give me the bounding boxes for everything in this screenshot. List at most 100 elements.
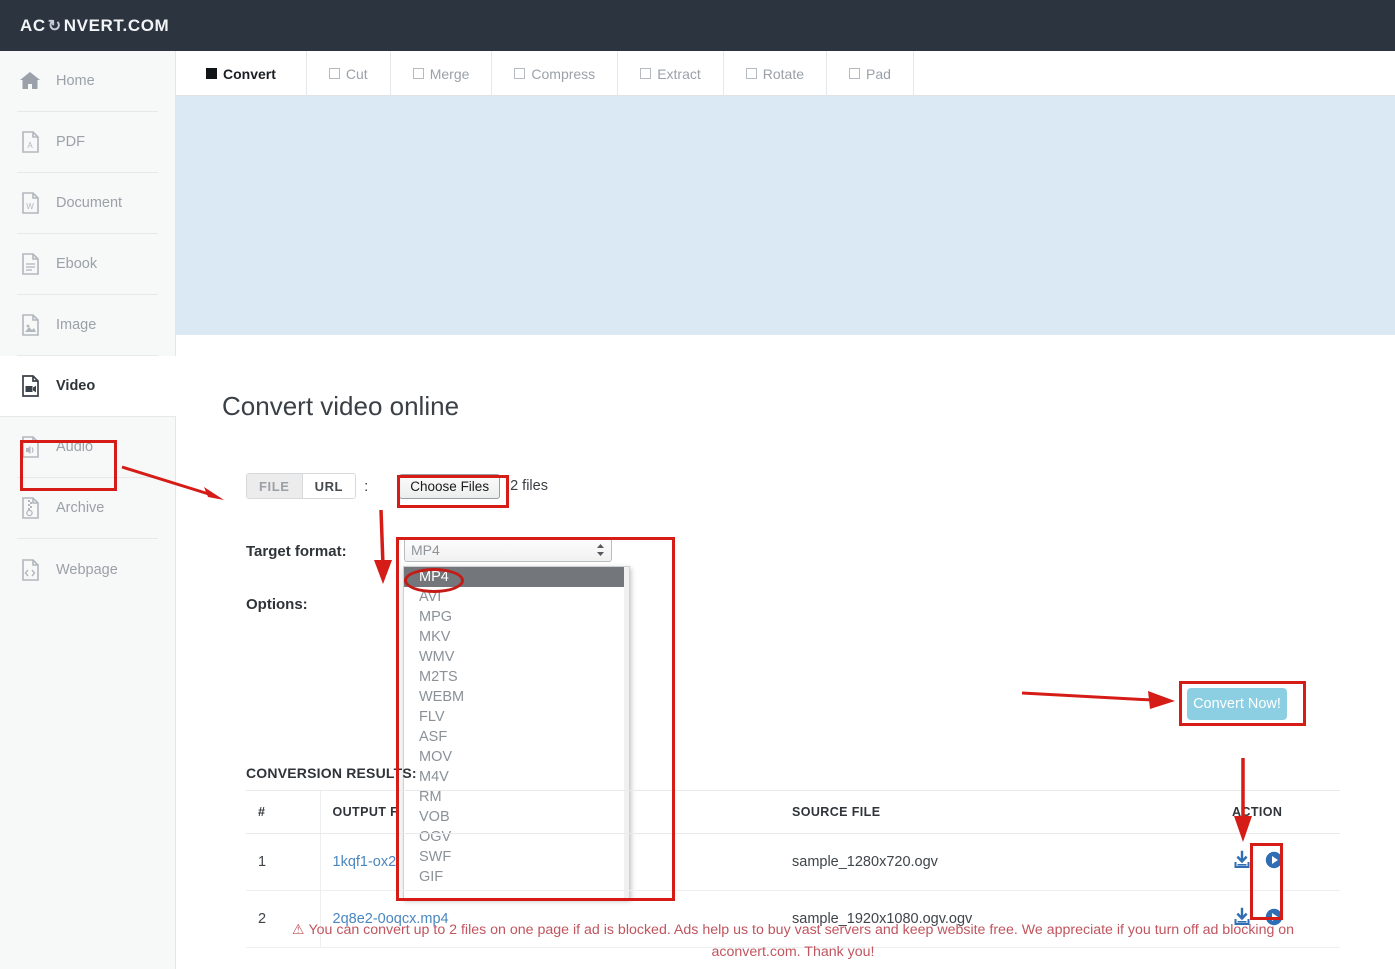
row-actions [1220, 833, 1340, 891]
table-row: 1 1kqf1-ox2 sample_1280x720.ogv [246, 833, 1340, 891]
option-asf[interactable]: ASF [404, 727, 629, 747]
source-tab-url[interactable]: URL [301, 474, 356, 498]
output-file-link[interactable]: 1kqf1-ox2 [333, 854, 397, 870]
checkbox-icon [745, 68, 757, 79]
operation-tabs: Convert Cut Merge Compress Extract Rotat… [176, 51, 1395, 96]
option-mpg[interactable]: MPG [404, 607, 629, 627]
ad-block-warning: ⚠ You can convert up to 2 files on one pa… [246, 918, 1340, 963]
sidebar-item-label: Archive [56, 500, 105, 516]
option-flv[interactable]: FLV [404, 707, 629, 727]
up-down-spinner-icon [596, 543, 605, 557]
tab-cut[interactable]: Cut [307, 51, 391, 96]
archive-file-icon [17, 495, 43, 521]
tab-label: Convert [223, 65, 276, 82]
sidebar-item-label: Home [56, 73, 95, 89]
sidebar-item-label: Webpage [56, 561, 118, 578]
left-sidebar: Home A PDF W Document Ebook Image Video … [0, 51, 176, 969]
column-header-output-file: OUTPUT F [319, 790, 780, 834]
option-wmv[interactable]: WMV [404, 647, 629, 667]
column-header-action: ACTION [1220, 790, 1340, 834]
source-colon: : [364, 477, 369, 495]
video-file-icon [17, 373, 43, 399]
option-m4v[interactable]: M4V [404, 767, 629, 787]
sidebar-item-pdf[interactable]: A PDF [17, 112, 158, 173]
files-count-text: 2 files [510, 478, 548, 494]
sidebar-item-label: Audio [56, 439, 94, 455]
option-mkv[interactable]: MKV [404, 627, 629, 647]
sidebar-item-label: Ebook [56, 256, 98, 272]
option-webm[interactable]: WEBM [404, 687, 629, 707]
choose-files-button[interactable]: Choose Files [399, 473, 501, 499]
table-header-row: # OUTPUT F SOURCE FILE ACTION [246, 790, 1340, 834]
tab-pad[interactable]: Pad [827, 51, 914, 96]
image-file-icon [17, 312, 43, 338]
option-mov[interactable]: MOV [404, 747, 629, 767]
row-number: 1 [246, 833, 320, 891]
sidebar-item-label: PDF [56, 134, 85, 150]
option-m2ts[interactable]: M2TS [404, 667, 629, 687]
options-label: Options: [246, 596, 308, 613]
sidebar-item-ebook[interactable]: Ebook [17, 234, 158, 295]
checkbox-icon [412, 68, 424, 79]
row-source-file: sample_1280x720.ogv [780, 833, 1220, 891]
sidebar-item-image[interactable]: Image [17, 295, 158, 356]
column-header-number: # [246, 790, 320, 834]
sidebar-item-video[interactable]: Video [0, 356, 176, 417]
tab-label: Merge [429, 65, 470, 82]
tab-compress[interactable]: Compress [492, 51, 619, 96]
word-document-icon: W [17, 190, 43, 216]
sidebar-item-label: Video [56, 378, 96, 394]
logo-suffix-text: NVERT.COM [63, 15, 170, 35]
download-icon[interactable] [1232, 850, 1252, 874]
advertisement-banner [176, 96, 1395, 335]
tab-merge[interactable]: Merge [391, 51, 493, 96]
tab-label: Cut [345, 65, 368, 82]
sidebar-item-label: Image [56, 317, 97, 333]
play-icon[interactable] [1264, 850, 1284, 874]
target-format-label: Target format: [246, 543, 347, 560]
checkbox-icon [640, 68, 652, 79]
source-tab-file[interactable]: FILE [247, 474, 302, 498]
tab-label: Pad [866, 65, 891, 82]
sidebar-item-label: Document [56, 195, 123, 211]
warning-triangle-icon: ⚠ [291, 921, 305, 937]
column-header-source-file: SOURCE FILE [780, 790, 1220, 834]
conversion-results-label: CONVERSION RESULTS: [246, 765, 417, 781]
page-title: Convert video online [222, 391, 460, 421]
option-avi[interactable]: AVI [404, 587, 629, 607]
checkbox-icon [849, 68, 861, 79]
tab-label: Compress [531, 65, 596, 82]
sidebar-item-webpage[interactable]: Webpage [17, 539, 158, 600]
checkbox-icon [206, 68, 217, 79]
sidebar-item-document[interactable]: W Document [17, 173, 158, 234]
tab-extract[interactable]: Extract [618, 51, 724, 96]
site-logo[interactable]: AC ↻ NVERT.COM [20, 16, 169, 36]
convert-now-button[interactable]: Convert Now! [1187, 688, 1287, 720]
tab-rotate[interactable]: Rotate [724, 51, 828, 96]
svg-text:W: W [26, 202, 34, 211]
sync-arrows-icon: ↻ [47, 17, 62, 35]
ebook-file-icon [17, 251, 43, 277]
option-mp4[interactable]: MP4 [404, 567, 629, 587]
logo-prefix-text: AC [20, 15, 46, 35]
target-format-value: MP4 [411, 542, 440, 558]
sidebar-item-archive[interactable]: Archive [17, 478, 158, 539]
home-icon [17, 68, 43, 94]
sidebar-item-home[interactable]: Home [17, 51, 158, 112]
svg-text:A: A [27, 141, 33, 150]
source-type-toggle[interactable]: FILE URL [246, 473, 357, 499]
sidebar-item-audio[interactable]: Audio [17, 417, 158, 478]
file-source-row: FILE URL : Choose Files 2 files [246, 473, 548, 499]
warning-text: You can convert up to 2 files on one pag… [308, 922, 1295, 960]
tab-label: Extract [657, 65, 701, 82]
row-output-file: 1kqf1-ox2 [319, 833, 780, 891]
target-format-select[interactable]: MP4 [404, 538, 612, 562]
main-content: Convert video online FILE URL : Choose F… [176, 335, 1395, 969]
checkbox-icon [328, 68, 340, 79]
pdf-file-icon: A [17, 129, 43, 155]
tab-label: Rotate [762, 65, 805, 82]
audio-file-icon [17, 434, 43, 460]
checkbox-icon [514, 68, 526, 79]
tab-convert[interactable]: Convert [176, 51, 307, 96]
code-file-icon [17, 557, 43, 583]
